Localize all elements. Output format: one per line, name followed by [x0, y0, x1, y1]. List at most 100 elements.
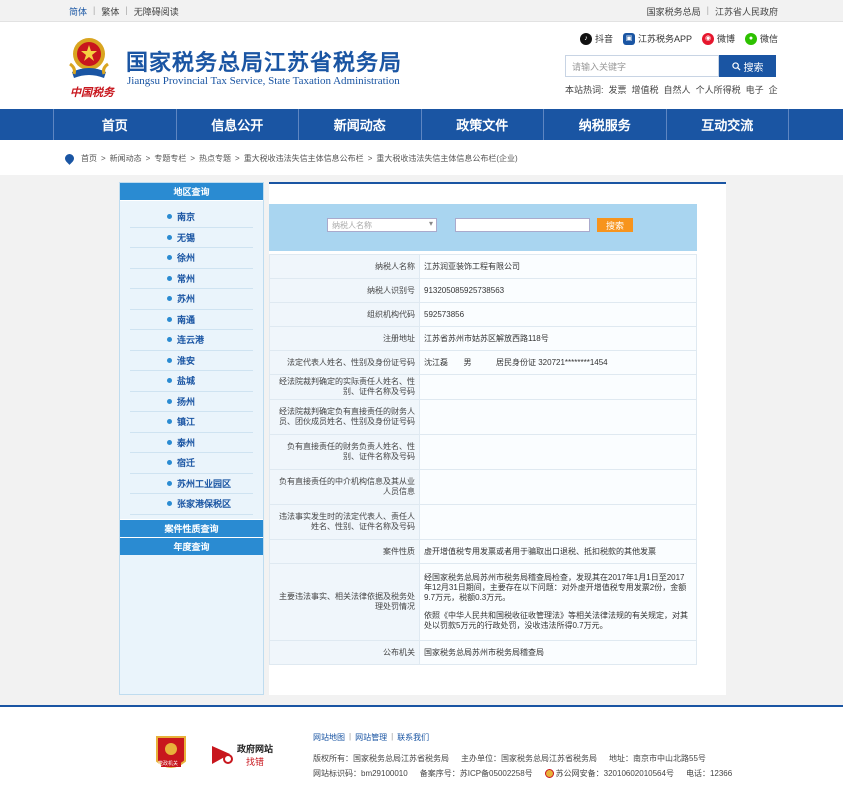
traditional-link[interactable]: 繁体	[101, 5, 119, 18]
simplified-link[interactable]: 简体	[69, 5, 87, 18]
crumb-item[interactable]: 首页	[81, 153, 97, 164]
nav-interaction[interactable]: 互动交流	[665, 109, 789, 140]
crumb-item[interactable]: 专题专栏	[154, 153, 186, 164]
query-bar: 纳税人名称 搜索	[269, 204, 697, 251]
region-item[interactable]: 徐州	[130, 248, 253, 269]
nav-news[interactable]: 新闻动态	[298, 109, 421, 140]
sidebar: 地区查询 南京 无锡 徐州 常州 苏州 南通 连云港 淮安 盐城 扬州 镇江 泰…	[119, 182, 264, 695]
divider: |	[125, 5, 128, 15]
brand-logo-text: 中国税务	[70, 86, 114, 99]
field-value: 经国家税务总局苏州市税务局稽查局检查，发现其在2017年1月1日至2017年12…	[419, 563, 697, 641]
crumb-item[interactable]: 热点专题	[199, 153, 231, 164]
douyin-link[interactable]: ♪ 抖音	[580, 32, 613, 45]
field-label: 负有直接责任的中介机构信息及其从业人员信息	[269, 469, 420, 505]
hot-word[interactable]: 电子	[746, 83, 764, 96]
region-item[interactable]: 连云港	[130, 330, 253, 351]
nav-policy[interactable]: 政策文件	[420, 109, 544, 140]
query-type-select[interactable]: 纳税人名称	[327, 218, 437, 232]
region-item[interactable]: 南京	[130, 207, 253, 228]
region-item[interactable]: 淮安	[130, 351, 253, 371]
region-item[interactable]: 苏州工业园区	[130, 474, 253, 494]
nav-home[interactable]: 首页	[53, 109, 176, 140]
table-row: 负有直接责任的财务负责人姓名、性别、证件名称及号码	[269, 434, 697, 470]
search-input[interactable]: 请输入关键字	[565, 55, 719, 77]
wechat-link[interactable]: ● 微信	[745, 32, 778, 45]
field-value	[419, 434, 697, 470]
sat-link[interactable]: 国家税务总局	[647, 5, 701, 18]
crumb-item[interactable]: 重大税收违法失信主体信息公布栏	[244, 153, 364, 164]
hot-word[interactable]: 发票	[609, 83, 627, 96]
sitemap-link[interactable]: 网站地图	[313, 732, 345, 743]
party-gov-badge[interactable]: 党政机关	[155, 735, 187, 773]
police-record-text: 苏公网安备：32010602010564号	[555, 769, 674, 778]
search-icon	[731, 61, 741, 71]
field-label: 违法事实发生时的法定代表人、责任人姓名、性别、证件名称及号码	[269, 504, 420, 540]
tax-emblem-icon	[69, 38, 109, 78]
field-value	[419, 374, 697, 400]
table-row: 纳税人识别号 913205085925738563	[269, 278, 697, 303]
nav-service[interactable]: 纳税服务	[543, 109, 666, 140]
gov-link[interactable]: 江苏省人民政府	[715, 5, 778, 18]
field-value: 沈江磊 男 居民身份证 320721********1454	[419, 350, 697, 375]
case-query-header[interactable]: 案件性质查询	[120, 518, 263, 537]
app-icon: ▣	[623, 32, 636, 45]
crumb-sep: >	[190, 154, 196, 163]
site-footer: 党政机关 政府网站 找错 网站地图 | 网站管理 | 联系我们 版权所有：国家税…	[0, 705, 843, 800]
field-value: 江苏省苏州市姑苏区解放西路118号	[419, 326, 697, 351]
site-header: 中国税务 国家税务总局江苏省税务局 Jiangsu Provincial Tax…	[0, 22, 843, 109]
region-item[interactable]: 盐城	[130, 371, 253, 392]
field-label: 经法院裁判确定的实际责任人姓名、性别、证件名称及号码	[269, 374, 420, 400]
region-item[interactable]: 张家港保税区	[130, 494, 253, 515]
accessible-link[interactable]: 无障碍阅读	[134, 5, 179, 18]
search-button[interactable]: 搜索	[719, 55, 776, 77]
region-item[interactable]: 常州	[130, 269, 253, 289]
site-admin-link[interactable]: 网站管理	[355, 732, 387, 743]
app-link[interactable]: ▣ 江苏税务APP	[623, 32, 692, 45]
crumb-item[interactable]: 重大税收违法失信主体信息公布栏(企业)	[376, 153, 517, 164]
hot-word[interactable]: 企	[769, 83, 778, 96]
sponsor: 主办单位：国家税务总局江苏省税务局	[461, 754, 597, 763]
crumb-item[interactable]: 新闻动态	[110, 153, 142, 164]
region-item[interactable]: 镇江	[130, 412, 253, 433]
field-value	[419, 504, 697, 540]
record-table: 纳税人名称 江苏润亚装饰工程有限公司 纳税人识别号 9132050859257385…	[269, 254, 697, 665]
region-item[interactable]: 南通	[130, 310, 253, 330]
region-item[interactable]: 泰州	[130, 433, 253, 453]
field-value: 虚开增值税专用发票或者用于骗取出口退税、抵扣税款的其他发票	[419, 539, 697, 564]
crumb-sep: >	[145, 154, 151, 163]
location-pin-icon	[63, 152, 76, 165]
police-record[interactable]: 苏公网安备：32010602010564号	[544, 768, 674, 779]
phone: 电话：12366	[685, 769, 733, 778]
field-label: 纳税人名称	[269, 254, 420, 279]
hot-word[interactable]: 个人所得税	[696, 83, 741, 96]
field-label: 组织机构代码	[269, 302, 420, 327]
table-row: 纳税人名称 江苏润亚装饰工程有限公司	[269, 254, 697, 279]
field-value: 国家税务总局苏州市税务局稽查局	[419, 640, 697, 665]
region-item[interactable]: 宿迁	[130, 453, 253, 474]
field-label: 公布机关	[269, 640, 420, 665]
query-input[interactable]	[455, 218, 590, 232]
table-row: 经法院裁判确定负有直接责任的财务人员、团伙成员姓名、性别及身份证号码	[269, 399, 697, 435]
penalty-paragraph: 依照《中华人民共和国税收征收管理法》等相关法律法规的有关规定，对其处以罚款5万元…	[424, 611, 688, 630]
hot-word[interactable]: 增值税	[632, 83, 659, 96]
divider: |	[391, 732, 394, 741]
region-item[interactable]: 无锡	[130, 228, 253, 248]
contact-link[interactable]: 联系我们	[397, 732, 429, 743]
gov-site-icon	[212, 746, 233, 764]
year-query-header[interactable]: 年度查询	[120, 536, 263, 555]
gov-site-error-link[interactable]: 政府网站 找错	[210, 742, 273, 768]
region-item[interactable]: 扬州	[130, 392, 253, 412]
query-search-button[interactable]: 搜索	[597, 218, 633, 232]
field-value: 913205085925738563	[419, 278, 697, 303]
weibo-link[interactable]: ◉ 微博	[702, 32, 735, 45]
divider: |	[93, 5, 96, 15]
main-content: 纳税人名称 搜索 纳税人名称江苏润亚装饰工程有限公司 纳税人识别号9132050…	[269, 182, 726, 695]
icp-record[interactable]: 备案序号：苏ICP备05002258号	[420, 768, 533, 779]
nav-disclosure[interactable]: 信息公开	[175, 109, 299, 140]
field-label: 案件性质	[269, 539, 420, 564]
table-row: 案件性质 虚开增值税专用发票或者用于骗取出口退税、抵扣税款的其他发票	[269, 539, 697, 564]
region-query-header[interactable]: 地区查询	[120, 183, 263, 201]
fact-paragraph: 经国家税务总局苏州市税务局稽查局检查，发现其在2017年1月1日至2017年12…	[424, 573, 687, 602]
region-item[interactable]: 苏州	[130, 289, 253, 310]
hot-word[interactable]: 自然人	[664, 83, 691, 96]
